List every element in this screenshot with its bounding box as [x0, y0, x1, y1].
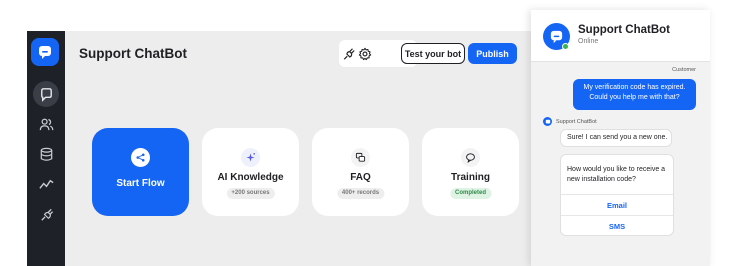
- line-chart-icon: [38, 179, 54, 189]
- card-start-flow[interactable]: Start Flow: [92, 128, 189, 216]
- card-label: Start Flow: [116, 178, 165, 189]
- publish-button[interactable]: Publish: [468, 43, 517, 64]
- bot-message: Sure! I can send you a new one.: [560, 129, 672, 147]
- online-indicator: [562, 43, 569, 50]
- sidebar-item-analytics[interactable]: [33, 171, 59, 197]
- card-faq[interactable]: FAQ 400+ records: [312, 128, 409, 216]
- chat-bubble-icon: [39, 46, 51, 59]
- sidebar-item-integrations[interactable]: [33, 201, 59, 227]
- chat-widget: Support ChatBot Online Customer My verif…: [531, 10, 710, 266]
- card-badge: +200 sources: [226, 188, 275, 199]
- choice-card: How would you like to receive a new inst…: [560, 154, 674, 236]
- page-title: Support ChatBot: [79, 46, 187, 61]
- users-icon: [39, 118, 53, 130]
- bot-sender-label: Support ChatBot: [556, 119, 597, 125]
- status-badge: Completed: [449, 188, 492, 199]
- dashboard-window: Support ChatBot Test your bot Publish St…: [27, 31, 547, 266]
- customer-message: My verification code has expired. Could …: [573, 79, 696, 110]
- choice-question: How would you like to receive a new inst…: [567, 166, 666, 183]
- chat-bubble-icon: [550, 30, 563, 44]
- sidebar-item-conversations[interactable]: [33, 81, 59, 107]
- card-label: Training: [451, 172, 490, 183]
- option-sms-button[interactable]: SMS: [561, 215, 673, 236]
- sidebar-item-contacts[interactable]: [33, 111, 59, 137]
- card-ai-knowledge[interactable]: AI Knowledge +200 sources: [202, 128, 299, 216]
- bot-avatar-small: [543, 117, 552, 126]
- chat-bubble-icon: [545, 119, 550, 123]
- card-badge: 400+ records: [336, 188, 385, 199]
- app-logo[interactable]: [31, 38, 59, 66]
- chat-bubble-icon: [40, 87, 52, 102]
- card-label: FAQ: [350, 172, 371, 183]
- customer-sender-label: Customer: [672, 67, 696, 73]
- plug-icon[interactable]: [342, 47, 356, 61]
- chat-title: Support ChatBot: [578, 24, 670, 36]
- test-bot-button[interactable]: Test your bot: [401, 43, 465, 64]
- speech-bubble-icon: [461, 148, 480, 167]
- sidebar: [27, 31, 65, 266]
- gear-icon[interactable]: [358, 47, 372, 61]
- database-icon: [40, 147, 52, 161]
- card-training[interactable]: Training Completed: [422, 128, 519, 216]
- card-label: AI Knowledge: [217, 172, 284, 183]
- flow-icon: [131, 148, 150, 167]
- chat-header: Support ChatBot Online: [531, 10, 710, 62]
- sidebar-item-data[interactable]: [33, 141, 59, 167]
- sparkle-icon: [241, 148, 260, 167]
- faq-icon: [351, 148, 370, 167]
- plug-icon: [40, 208, 53, 221]
- option-email-button[interactable]: Email: [561, 194, 673, 215]
- screenshot-stage: Support ChatBot Test your bot Publish St…: [0, 0, 736, 266]
- chat-status: Online: [578, 38, 599, 45]
